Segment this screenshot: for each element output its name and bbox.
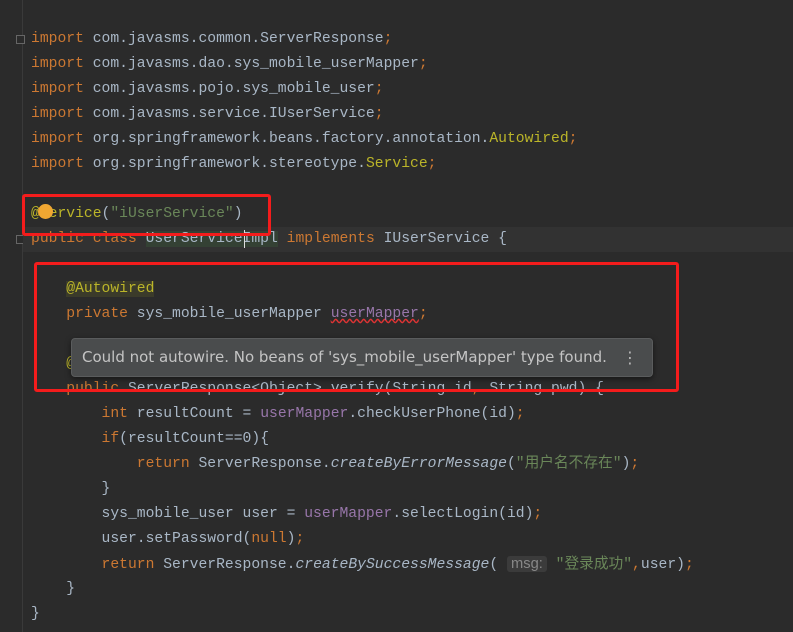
code-line: } — [31, 577, 75, 602]
code-token: ( — [506, 456, 516, 472]
code-token: ; — [568, 131, 578, 147]
code-token: Autowired — [489, 131, 569, 147]
code-line: if(resultCount==0){ — [31, 427, 270, 452]
code-token: com.javasms.dao.sys_mobile_userMapper — [83, 56, 419, 72]
code-token: resultCount = — [136, 406, 261, 422]
code-token: } — [31, 606, 40, 622]
annotation-highlight-box — [22, 194, 271, 236]
code-token: ; — [515, 406, 525, 422]
code-token: "用户名不存在" — [515, 456, 622, 472]
code-token: (resultCount== — [119, 431, 243, 447]
code-token: ; — [295, 531, 305, 547]
code-line: user.setPassword(null); — [31, 527, 305, 552]
code-token: com.javasms.pojo.sys_mobile_user — [83, 81, 375, 97]
code-token: import — [31, 56, 84, 72]
editor-gutter — [0, 0, 23, 632]
code-line: } — [31, 602, 40, 627]
code-line: return ServerResponse.createBySuccessMes… — [31, 552, 694, 577]
code-line: import org.springframework.beans.factory… — [31, 127, 578, 152]
code-token: ; — [684, 557, 694, 573]
code-token: int — [31, 406, 137, 422]
code-token: org.springframework.stereotype. — [83, 156, 366, 172]
code-line: } — [31, 477, 111, 502]
code-token: "登录成功" — [555, 557, 633, 573]
code-token: implements — [277, 231, 384, 247]
code-token: import — [31, 106, 84, 122]
code-token: .checkUserPhone(id) — [348, 406, 516, 422]
code-token: userMapper — [304, 506, 393, 522]
code-token: IUserService { — [383, 231, 507, 247]
code-token: return — [31, 456, 199, 472]
code-token: createByErrorMessage — [330, 456, 507, 472]
code-token: user) — [640, 557, 685, 573]
code-token: import — [31, 131, 84, 147]
code-token: return — [31, 557, 164, 573]
code-line: return ServerResponse.createByErrorMessa… — [31, 452, 639, 477]
code-token: } — [31, 581, 76, 597]
code-token: ; — [383, 31, 393, 47]
code-line: import com.javasms.dao.sys_mobile_userMa… — [31, 52, 428, 77]
code-token: } — [31, 481, 111, 497]
code-line: import com.javasms.common.ServerResponse… — [31, 27, 392, 52]
code-token: ; — [374, 106, 384, 122]
code-token: com.javasms.service.IUserService — [83, 106, 375, 122]
code-token: createBySuccessMessage — [295, 557, 490, 573]
code-token: user.setPassword( — [31, 531, 252, 547]
code-token: userMapper — [260, 406, 349, 422]
fold-icon[interactable] — [16, 35, 25, 44]
code-line: sys_mobile_user user = userMapper.select… — [31, 502, 543, 527]
code-token: ServerResponse. — [198, 456, 331, 472]
parameter-hint: msg: — [507, 556, 547, 572]
code-token: ; — [374, 81, 384, 97]
code-token: org.springframework.beans.factory.annota… — [83, 131, 490, 147]
code-token: Service — [365, 156, 428, 172]
code-token: ; — [427, 156, 437, 172]
code-token: import — [31, 31, 84, 47]
error-tooltip: Could not autowire. No beans of 'sys_mob… — [71, 338, 653, 377]
code-token: import — [31, 81, 84, 97]
code-token: import — [31, 156, 84, 172]
tooltip-message: Could not autowire. No beans of 'sys_mob… — [82, 348, 607, 366]
code-token: com.javasms.common.ServerResponse — [83, 31, 384, 47]
code-token: sys_mobile_user user = — [31, 506, 305, 522]
code-token: ( — [489, 557, 507, 573]
code-line: import com.javasms.pojo.sys_mobile_user; — [31, 77, 384, 102]
code-token: , — [632, 557, 641, 573]
code-token: null — [251, 531, 287, 547]
code-line: import com.javasms.service.IUserService; — [31, 102, 384, 127]
code-token: ServerResponse. — [163, 557, 296, 573]
code-token: ; — [630, 456, 640, 472]
more-options-icon[interactable]: ⋮ — [622, 339, 638, 376]
code-token: ; — [418, 56, 428, 72]
code-line: import org.springframework.stereotype.Se… — [31, 152, 436, 177]
code-token: .selectLogin(id) — [392, 506, 534, 522]
code-token: ; — [533, 506, 543, 522]
code-line: int resultCount = userMapper.checkUserPh… — [31, 402, 525, 427]
code-token: ){ — [251, 431, 270, 447]
code-token: if — [31, 431, 120, 447]
